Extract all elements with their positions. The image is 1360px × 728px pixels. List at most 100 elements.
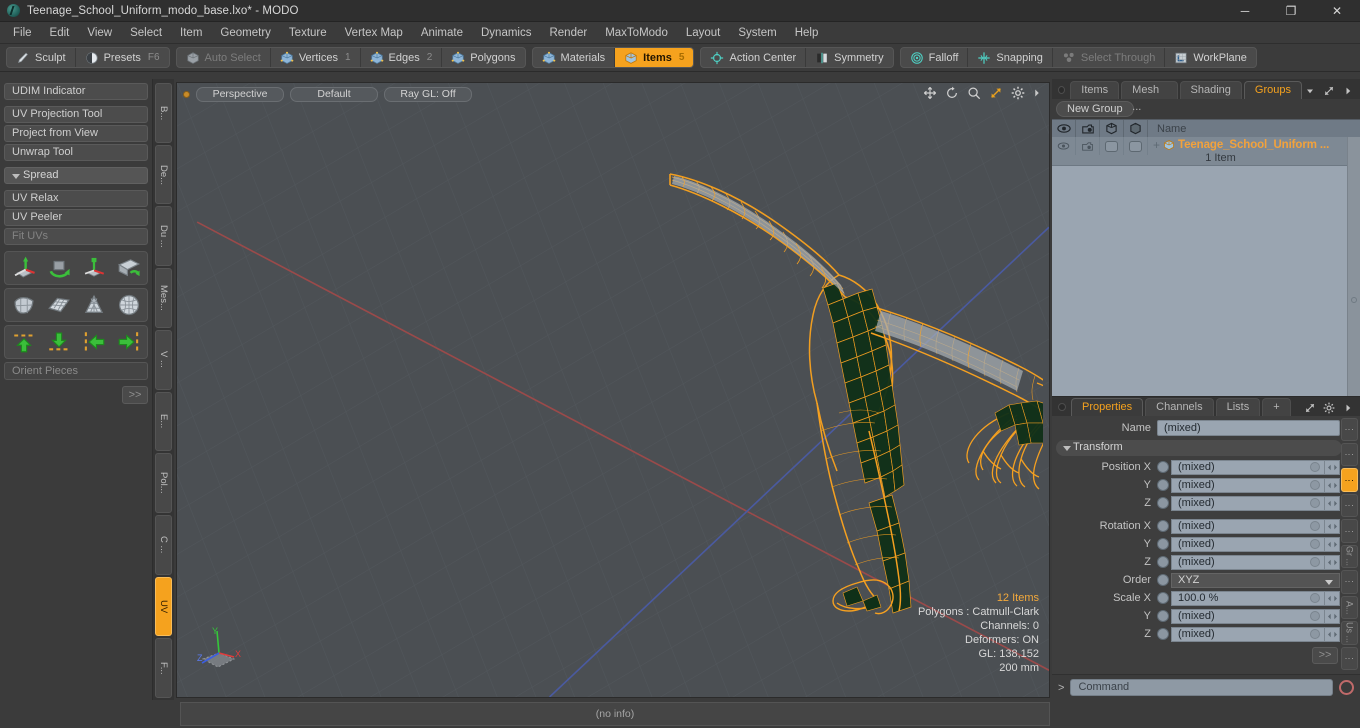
viewport-shading-button[interactable]: Default bbox=[290, 86, 378, 102]
tool-icon-cell[interactable] bbox=[76, 290, 111, 320]
move-view-icon[interactable] bbox=[923, 86, 937, 100]
property-value-knob[interactable] bbox=[1310, 610, 1320, 621]
right-vtab-8[interactable]: Us ... bbox=[1341, 621, 1358, 645]
3d-viewport[interactable]: Perspective Default Ray GL: Off 12 Items… bbox=[176, 82, 1050, 698]
tool-button-uv-relax[interactable]: UV Relax bbox=[4, 190, 148, 207]
right-vtab-0[interactable]: ⋮ bbox=[1341, 417, 1358, 441]
chevron-right-icon[interactable] bbox=[1342, 402, 1354, 414]
tool-button-project-from-view[interactable]: Project from View bbox=[4, 125, 148, 142]
viewport-view-mode-button[interactable]: Perspective bbox=[196, 86, 284, 102]
tool-icon-cell[interactable] bbox=[111, 253, 146, 283]
properties-tab-properties[interactable]: Properties bbox=[1071, 397, 1144, 416]
menu-item-file[interactable]: File bbox=[4, 23, 41, 43]
property-value-knob[interactable] bbox=[1310, 520, 1320, 531]
toolbar-button-snapping[interactable]: Snapping bbox=[968, 48, 1053, 67]
name-input[interactable]: (mixed) bbox=[1157, 420, 1340, 436]
groups-tab-shading[interactable]: Shading bbox=[1179, 81, 1242, 99]
tool-icon-cell[interactable] bbox=[76, 327, 111, 357]
new-group-button[interactable]: New Group bbox=[1056, 101, 1134, 117]
chevron-right-icon[interactable] bbox=[1033, 86, 1041, 100]
chevron-right-icon[interactable] bbox=[1342, 85, 1354, 97]
menu-item-help[interactable]: Help bbox=[786, 23, 828, 43]
wireframe-mesh-model[interactable] bbox=[177, 83, 1043, 679]
groups-tab-items[interactable]: Items bbox=[1070, 81, 1120, 99]
row-wireframe-toggle[interactable] bbox=[1100, 137, 1124, 155]
left-vtab-mes[interactable]: Mes... bbox=[155, 268, 172, 328]
command-input[interactable]: Command bbox=[1070, 679, 1333, 696]
property-stepper-arrows[interactable] bbox=[1325, 536, 1340, 552]
menu-item-view[interactable]: View bbox=[78, 23, 121, 43]
right-vtab-7[interactable]: A... bbox=[1341, 595, 1358, 620]
property-value-knob[interactable] bbox=[1310, 538, 1320, 549]
property-stepper-arrows[interactable] bbox=[1325, 554, 1340, 570]
groups-tab-groups[interactable]: Groups bbox=[1243, 81, 1302, 99]
property-value-input[interactable]: (mixed) bbox=[1171, 626, 1325, 642]
left-vtab-de[interactable]: De... bbox=[155, 144, 172, 205]
column-render-icon[interactable] bbox=[1076, 119, 1100, 138]
property-stepper-arrows[interactable] bbox=[1325, 495, 1340, 511]
group-list-body[interactable]: + Teenage_School_Uniform ... 1 Item bbox=[1052, 137, 1360, 396]
gear-icon[interactable] bbox=[1011, 86, 1025, 100]
column-wireframe-icon[interactable] bbox=[1100, 119, 1124, 138]
left-vtab-c[interactable]: C ... bbox=[155, 514, 172, 575]
transform-section-header[interactable]: Transform bbox=[1056, 439, 1342, 456]
toolbar-button-presets[interactable]: Presets F6 bbox=[76, 48, 169, 67]
property-channel-knob[interactable] bbox=[1157, 497, 1169, 509]
tool-icon-cell[interactable] bbox=[41, 327, 76, 357]
row-render-toggle[interactable] bbox=[1076, 137, 1100, 155]
maximize-button[interactable]: ❐ bbox=[1268, 0, 1314, 22]
property-value-input[interactable]: (mixed) bbox=[1171, 536, 1325, 552]
menu-item-item[interactable]: Item bbox=[171, 23, 211, 43]
expand-icon[interactable] bbox=[1304, 402, 1316, 414]
menu-item-render[interactable]: Render bbox=[540, 23, 596, 43]
property-value-knob[interactable] bbox=[1310, 497, 1320, 508]
tool-button-uv-peeler[interactable]: UV Peeler bbox=[4, 209, 148, 226]
chevron-down-icon[interactable] bbox=[1304, 85, 1316, 97]
minimize-button[interactable]: ─ bbox=[1222, 0, 1268, 22]
left-panel-more-button[interactable]: >> bbox=[122, 386, 148, 404]
toolbar-button-edges[interactable]: Edges 2 bbox=[361, 48, 443, 67]
property-channel-knob[interactable] bbox=[1157, 610, 1169, 622]
group-list-scrollbar[interactable] bbox=[1347, 137, 1360, 396]
column-shaded-icon[interactable] bbox=[1124, 119, 1148, 138]
property-value-input[interactable]: (mixed) bbox=[1171, 608, 1325, 624]
property-channel-knob[interactable] bbox=[1157, 479, 1169, 491]
toolbar-button-action-center[interactable]: Action Center bbox=[701, 48, 807, 67]
left-vtab-pol[interactable]: Pol... bbox=[155, 453, 172, 513]
toolbar-button-falloff[interactable]: Falloff bbox=[901, 48, 969, 67]
tool-button-unwrap-tool[interactable]: Unwrap Tool bbox=[4, 144, 148, 161]
viewport-raygl-button[interactable]: Ray GL: Off bbox=[384, 86, 472, 102]
property-value-knob[interactable] bbox=[1310, 461, 1320, 472]
right-vtab-9[interactable]: ⋮ bbox=[1341, 646, 1358, 671]
property-channel-knob[interactable] bbox=[1157, 461, 1169, 473]
tool-group-header-spread[interactable]: Spread bbox=[4, 167, 148, 184]
property-value-input[interactable]: (mixed) bbox=[1171, 554, 1325, 570]
left-vtab-b[interactable]: B... bbox=[155, 83, 172, 143]
property-channel-knob[interactable] bbox=[1157, 538, 1169, 550]
menu-item-edit[interactable]: Edit bbox=[41, 23, 79, 43]
gear-icon[interactable] bbox=[1323, 402, 1335, 414]
properties-menu-dot-icon[interactable] bbox=[1058, 402, 1066, 411]
toolbar-button-workplane[interactable]: WorkPlane bbox=[1165, 48, 1256, 67]
menu-item-system[interactable]: System bbox=[729, 23, 785, 43]
properties-more-button[interactable]: >> bbox=[1312, 647, 1338, 664]
right-vtab-5[interactable]: Gr ... bbox=[1341, 544, 1358, 569]
rotate-view-icon[interactable] bbox=[945, 86, 959, 100]
properties-tab-[interactable]: + bbox=[1262, 397, 1291, 416]
property-stepper-arrows[interactable] bbox=[1325, 590, 1340, 606]
menu-item-select[interactable]: Select bbox=[121, 23, 171, 43]
scrollbar-nub[interactable] bbox=[1351, 297, 1357, 303]
property-stepper-arrows[interactable] bbox=[1325, 518, 1340, 534]
toolbar-button-polygons[interactable]: Polygons bbox=[442, 48, 524, 67]
property-value-knob[interactable] bbox=[1310, 628, 1320, 639]
properties-tab-lists[interactable]: Lists bbox=[1215, 397, 1261, 416]
row-name[interactable]: Teenage_School_Uniform ... bbox=[1178, 139, 1329, 151]
toolbar-button-materials[interactable]: Materials bbox=[533, 48, 616, 67]
property-value-knob[interactable] bbox=[1310, 556, 1320, 567]
tool-icon-cell[interactable] bbox=[6, 327, 41, 357]
left-vtab-v[interactable]: V ... bbox=[155, 329, 172, 390]
groups-menu-dot-icon[interactable] bbox=[1058, 86, 1066, 94]
menu-item-vertex-map[interactable]: Vertex Map bbox=[336, 23, 412, 43]
property-value-knob[interactable] bbox=[1310, 592, 1320, 603]
toolbar-button-sculpt[interactable]: Sculpt bbox=[7, 48, 76, 67]
